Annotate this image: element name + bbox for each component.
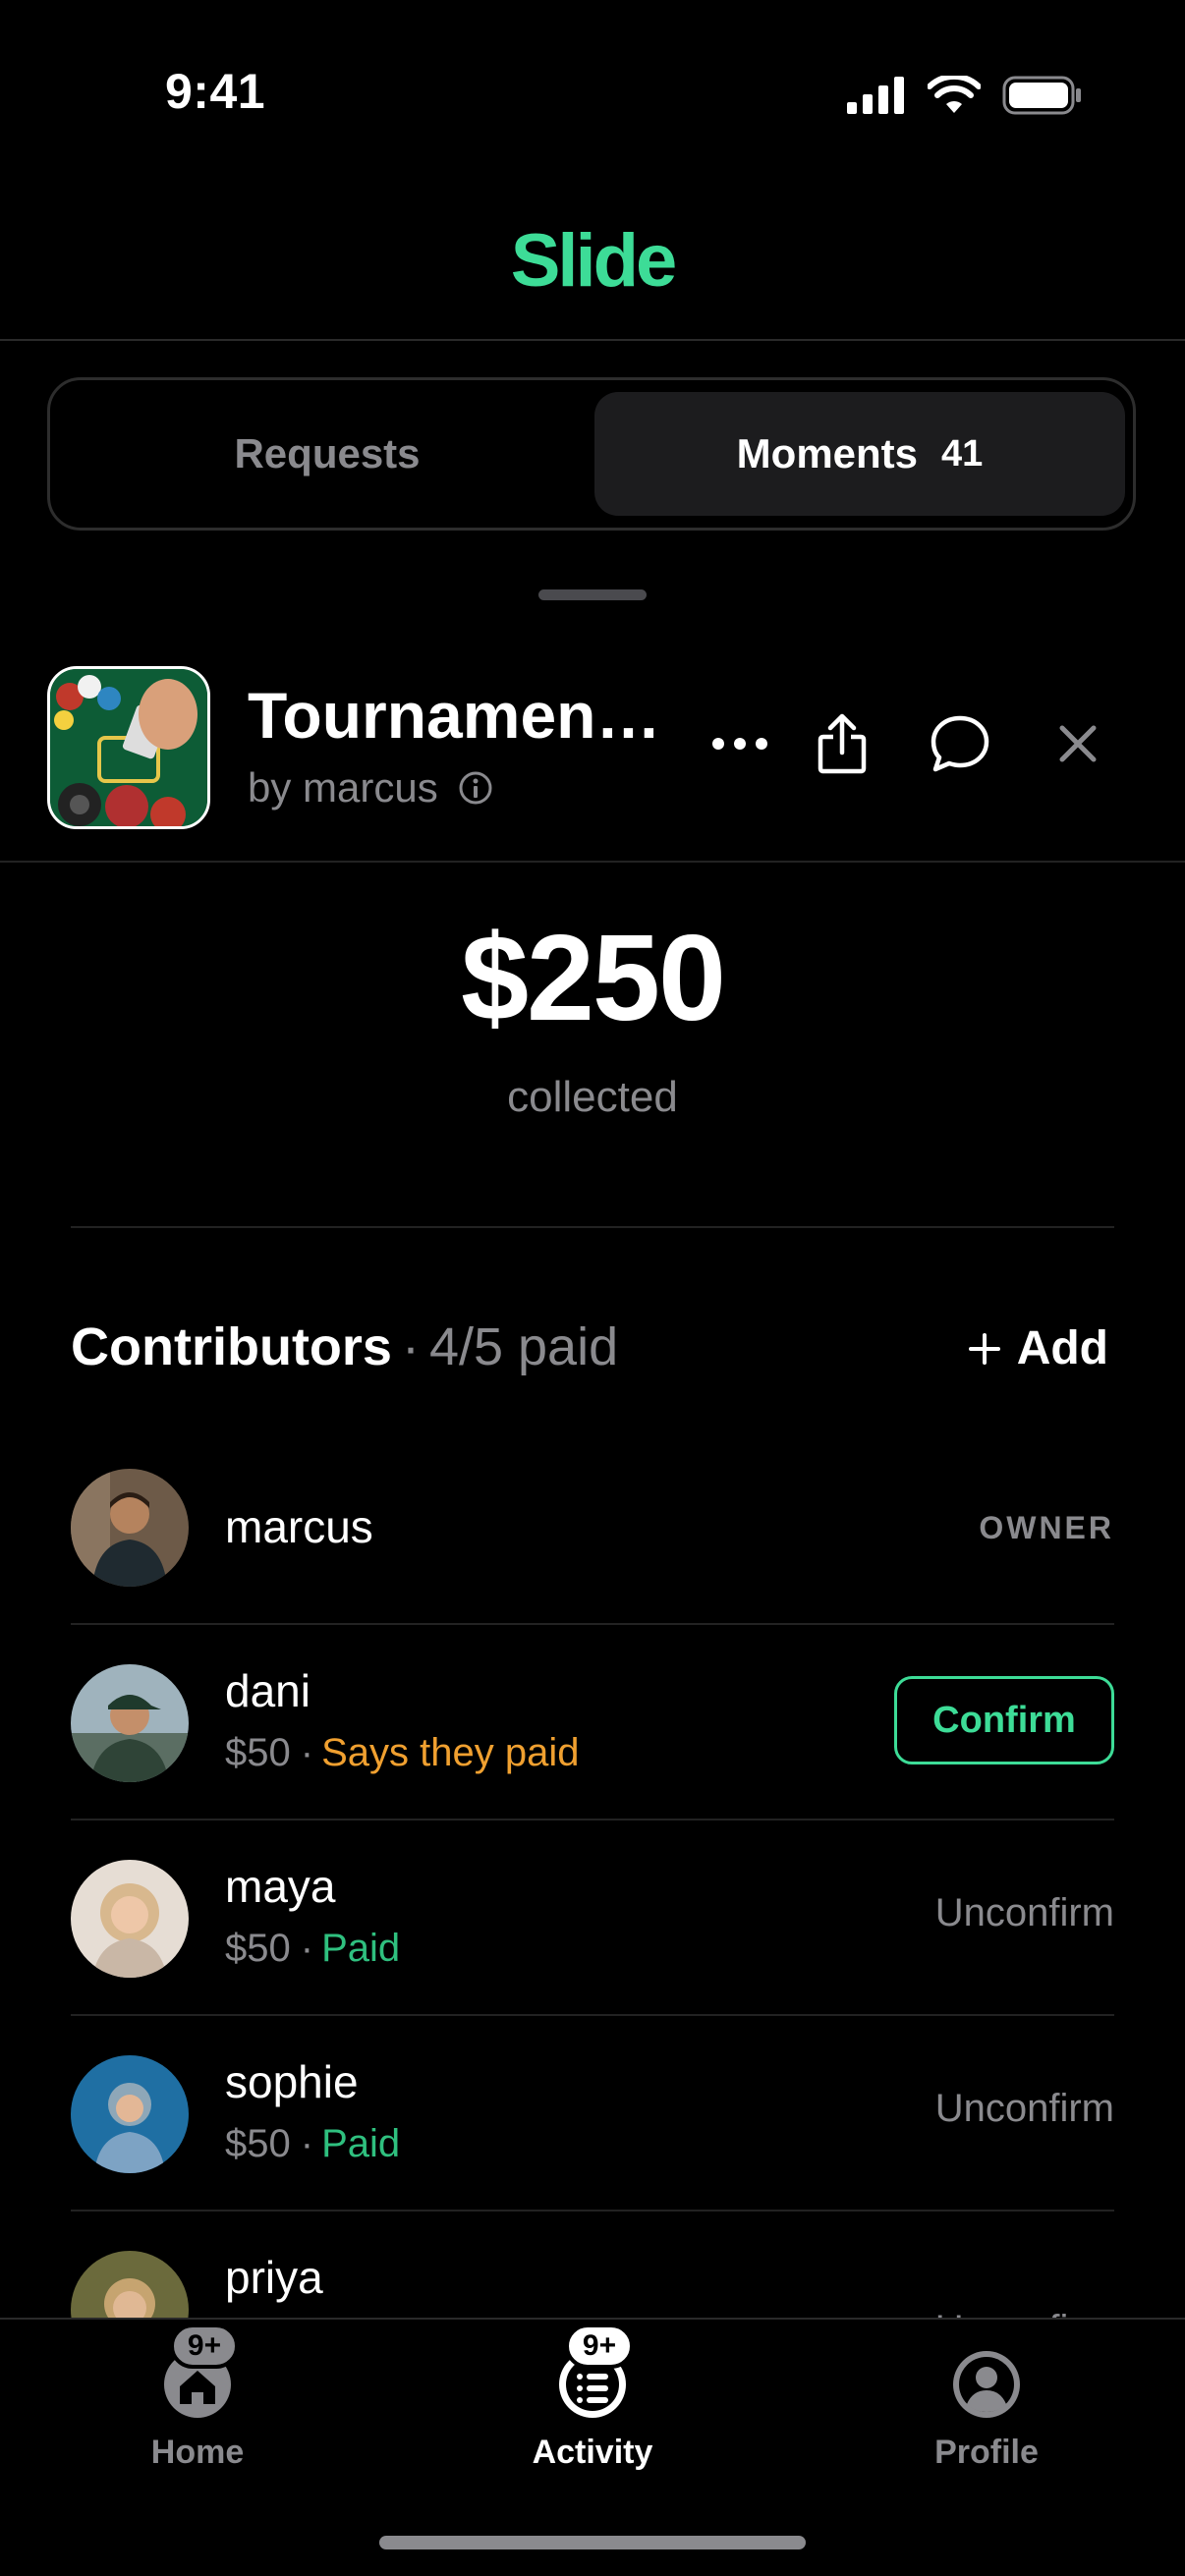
status-time: 9:41 <box>165 64 266 119</box>
tab-home[interactable]: 9+ Home <box>80 2324 315 2472</box>
profile-icon <box>953 2351 1020 2418</box>
contribution-amount: $50 <box>225 1927 291 1970</box>
more-button[interactable] <box>696 700 784 788</box>
tab-activity-label: Activity <box>532 2434 653 2471</box>
contributor-detail: $50 · Paid <box>225 1927 400 1971</box>
avatar <box>71 2055 189 2173</box>
avatar <box>71 2251 189 2318</box>
detail-separator: · <box>300 1731 314 1774</box>
tab-requests-label: Requests <box>234 430 421 476</box>
collected-amount: $250 <box>461 911 726 1046</box>
battery-icon <box>1002 76 1081 115</box>
share-icon <box>818 713 867 774</box>
unconfirm-button[interactable]: Unconfirm <box>935 1891 1114 1935</box>
contributor-list: marcus OWNER dani $50 · Says they paid Con… <box>71 1429 1114 2318</box>
wifi-icon <box>928 76 981 113</box>
tab-profile-label: Profile <box>934 2434 1039 2471</box>
share-button[interactable] <box>798 700 886 788</box>
activity-badge: 9+ <box>565 2324 634 2369</box>
moment-title: Tournamen… <box>248 679 661 752</box>
brand-logo: Slide <box>510 219 678 303</box>
contribution-amount: $50 <box>225 2122 291 2165</box>
amount-divider <box>71 1226 1114 1228</box>
plus-icon <box>968 1332 1000 1365</box>
unconfirm-button[interactable]: Unconfirm <box>935 2308 1114 2318</box>
contributors-heading: Contributors · 4/5 paid <box>71 1316 618 1377</box>
home-badge: 9+ <box>170 2324 239 2369</box>
contributors-title: Contributors <box>71 1317 392 1376</box>
contributor-row[interactable]: dani $50 · Says they paid Confirm <box>71 1625 1114 1820</box>
segmented-control: Requests Moments 41 <box>47 377 1136 531</box>
payment-status: Says they paid <box>321 1731 580 1774</box>
more-icon <box>712 738 767 750</box>
contributor-name: sophie <box>225 2056 359 2107</box>
moment-owner-label: by marcus <box>248 764 438 811</box>
avatar <box>71 1664 189 1782</box>
avatar <box>71 1469 189 1587</box>
unconfirm-button[interactable]: Unconfirm <box>935 2087 1114 2131</box>
add-label: Add <box>1016 1322 1108 1374</box>
contribution-amount: $50 <box>225 1731 291 1774</box>
sheet-grabber[interactable] <box>538 589 647 600</box>
confirm-button[interactable]: Confirm <box>894 1676 1114 1764</box>
detail-separator: · <box>300 2122 314 2165</box>
info-icon[interactable] <box>458 770 493 806</box>
payment-status: Paid <box>321 1927 401 1970</box>
tab-requests[interactable]: Requests <box>62 392 592 516</box>
contributor-row[interactable]: priya Unconfirm <box>71 2212 1114 2318</box>
moment-owner: by marcus <box>248 764 493 812</box>
poker-table-image <box>50 669 207 826</box>
chat-bubble-icon <box>931 715 989 772</box>
activity-icon-wrap: 9+ <box>553 2324 634 2424</box>
contributor-name: priya <box>225 2252 323 2303</box>
moment-thumbnail[interactable] <box>47 666 210 829</box>
screen: 9:41 Slide Requests Moments 41 Tournamen… <box>0 0 1185 2576</box>
contributor-detail: $50 · Says they paid <box>225 1731 579 1775</box>
signal-icon <box>847 77 904 114</box>
comment-button[interactable] <box>916 700 1004 788</box>
collected-label: collected <box>507 1073 678 1121</box>
header-divider <box>0 339 1185 341</box>
avatar <box>71 1860 189 1978</box>
contributor-detail: $50 · Paid <box>225 2122 400 2166</box>
tab-profile[interactable]: Profile <box>869 2345 1104 2472</box>
home-icon-wrap: 9+ <box>158 2324 239 2424</box>
status-icons <box>847 71 1083 120</box>
profile-icon-wrap <box>947 2345 1026 2424</box>
owner-badge: OWNER <box>979 1510 1114 1545</box>
tab-home-label: Home <box>150 2434 245 2471</box>
moment-divider <box>0 861 1185 863</box>
close-icon <box>1059 725 1097 762</box>
tab-moments-label: Moments <box>736 430 919 476</box>
tab-activity[interactable]: 9+ Activity <box>475 2324 710 2472</box>
close-button[interactable] <box>1034 700 1122 788</box>
contributor-name: dani <box>225 1665 310 1716</box>
contributor-row[interactable]: sophie $50 · Paid Unconfirm <box>71 2016 1114 2212</box>
tab-moments[interactable]: Moments 41 <box>594 392 1125 516</box>
contributor-row[interactable]: marcus OWNER <box>71 1429 1114 1625</box>
detail-separator: · <box>300 1927 314 1970</box>
contributor-row[interactable]: maya $50 · Paid Unconfirm <box>71 1820 1114 2016</box>
contributor-name: marcus <box>225 1501 373 1552</box>
contributors-paid-count: 4/5 paid <box>428 1317 619 1376</box>
moments-count: 41 <box>941 432 984 475</box>
home-indicator[interactable] <box>379 2536 806 2549</box>
contributor-name: maya <box>225 1861 336 1912</box>
contributors-separator: · <box>401 1317 420 1376</box>
add-contributor-button[interactable]: Add <box>968 1321 1108 1375</box>
payment-status: Paid <box>321 2122 401 2165</box>
